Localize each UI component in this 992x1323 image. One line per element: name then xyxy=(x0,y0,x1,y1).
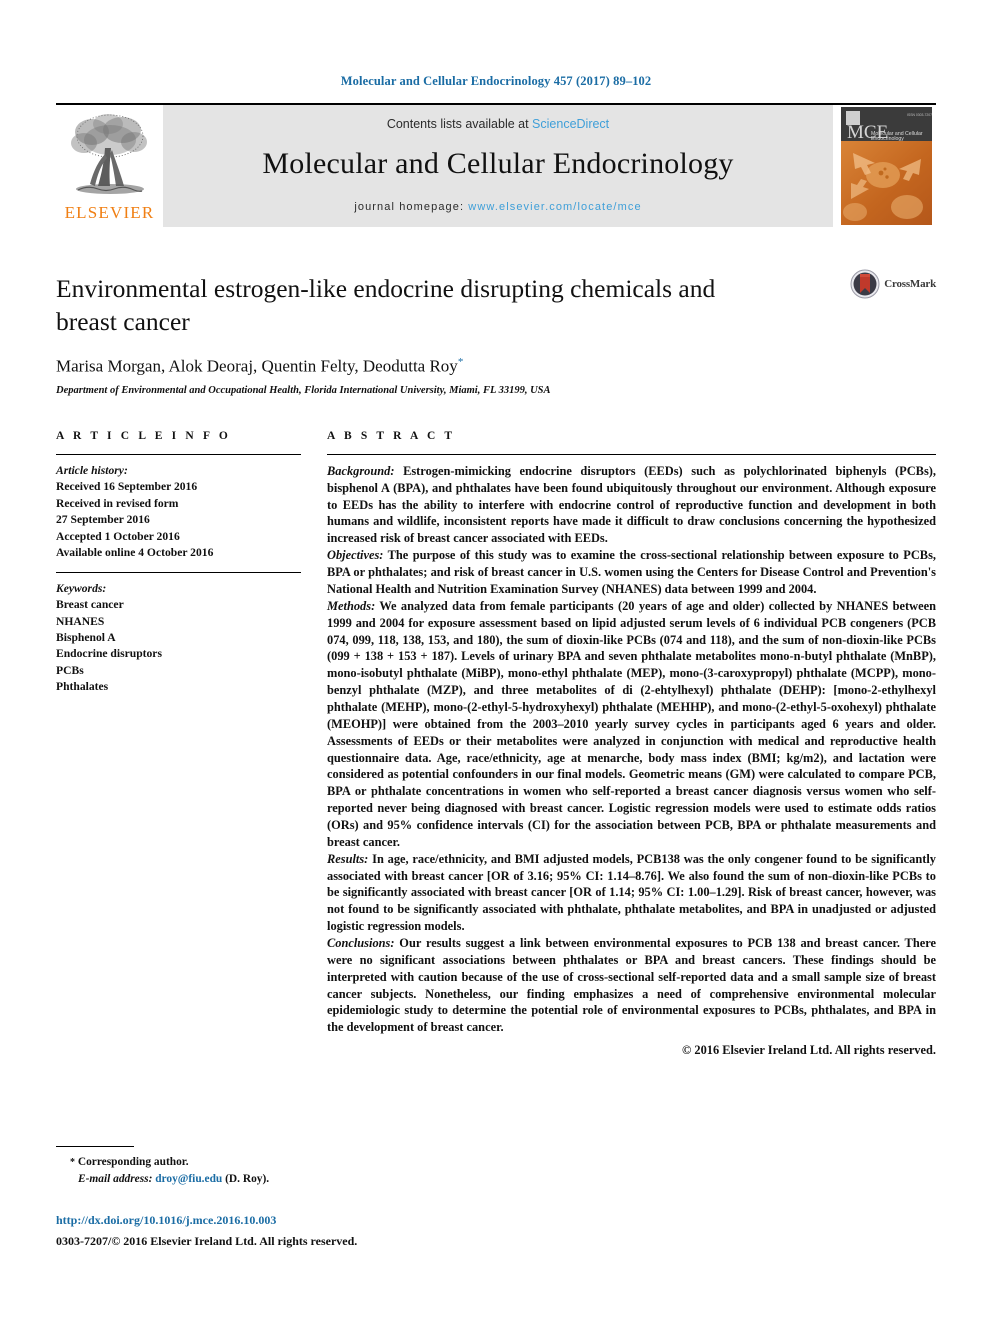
homepage-url-link[interactable]: www.elsevier.com/locate/mce xyxy=(468,201,641,213)
article-info-rule xyxy=(56,453,301,455)
abstract-label-background: Background: xyxy=(327,463,395,478)
abstract-body-objectives: The purpose of this study was to examine… xyxy=(327,548,936,596)
article-info-heading: A R T I C L E I N F O xyxy=(56,429,231,442)
keyword-item: Phthalates xyxy=(56,680,109,694)
keyword-item: Endocrine disruptors xyxy=(56,647,162,661)
crossmark-badge[interactable]: CrossMark xyxy=(850,269,936,299)
footnote-star-icon: * xyxy=(70,1157,75,1168)
abstract-section-methods: Methods: We analyzed data from female pa… xyxy=(327,598,936,851)
abstract-body-methods: We analyzed data from female participant… xyxy=(327,598,936,849)
svg-text:ISSN 0303-7207: ISSN 0303-7207 xyxy=(907,113,932,117)
history-item: Received in revised form xyxy=(56,496,179,510)
page-title: Environmental estrogen-like endocrine di… xyxy=(56,274,716,336)
journal-cover-image: MCE Molecular and Cellular Endocrinology… xyxy=(841,107,932,225)
title-block: Environmental estrogen-like endocrine di… xyxy=(56,227,936,396)
contents-prefix: Contents lists available at xyxy=(386,117,533,131)
abstract-heading: A B S T R A C T xyxy=(327,429,456,442)
paper-page: Molecular and Cellular Endocrinology 457… xyxy=(0,0,992,1323)
issn-copyright-line: 0303-7207/© 2016 Elsevier Ireland Ltd. A… xyxy=(56,1234,358,1249)
abstract-label-methods: Methods: xyxy=(327,598,376,613)
masthead-center: Contents lists available at ScienceDirec… xyxy=(163,105,833,227)
article-body: A R T I C L E I N F O Article history: R… xyxy=(56,396,936,1059)
sciencedirect-link[interactable]: ScienceDirect xyxy=(532,117,609,131)
abstract-column: A B S T R A C T Background: Estrogen-mim… xyxy=(327,430,936,1059)
article-history: Article history: Received 16 September 2… xyxy=(56,463,301,562)
history-item: Received 16 September 2016 xyxy=(56,480,198,494)
email-line: E-mail address: droy@fiu.edu (D. Roy). xyxy=(56,1171,936,1188)
page-footer: * Corresponding author. E-mail address: … xyxy=(56,1146,936,1249)
keyword-item: NHANES xyxy=(56,614,105,628)
footnote-rule xyxy=(56,1146,134,1147)
abstract-section-background: Background: Estrogen-mimicking endocrine… xyxy=(327,463,936,547)
abstract-body-background: Estrogen-mimicking endocrine disruptors … xyxy=(327,463,936,546)
journal-title: Molecular and Cellular Endocrinology xyxy=(262,147,734,180)
journal-cover-thumbnail: MCE Molecular and Cellular Endocrinology… xyxy=(833,105,936,227)
affiliation: Department of Environmental and Occupati… xyxy=(56,384,551,396)
abstract-body-conclusions: Our results suggest a link between envir… xyxy=(327,935,936,1035)
keyword-item: Bisphenol A xyxy=(56,630,116,644)
elsevier-logo: ELSEVIER xyxy=(56,105,163,227)
abstract-label-conclusions: Conclusions: xyxy=(327,935,395,950)
author-list: Marisa Morgan, Alok Deoraj, Quentin Felt… xyxy=(56,356,936,377)
corresponding-author-marker[interactable]: * xyxy=(458,356,464,368)
keywords-label: Keywords: xyxy=(56,581,107,595)
article-history-label: Article history: xyxy=(56,463,128,477)
history-item: 27 September 2016 xyxy=(56,513,150,527)
abstract-label-objectives: Objectives: xyxy=(327,548,384,563)
contents-lists-line: Contents lists available at ScienceDirec… xyxy=(387,117,609,131)
email-label: E-mail address: xyxy=(78,1172,153,1185)
crossmark-icon xyxy=(850,269,880,299)
doi-link[interactable]: http://dx.doi.org/10.1016/j.mce.2016.10.… xyxy=(56,1213,936,1228)
history-item: Available online 4 October 2016 xyxy=(56,546,214,560)
abstract-section-conclusions: Conclusions: Our results suggest a link … xyxy=(327,935,936,1036)
abstract-rule xyxy=(327,453,936,455)
article-info-column: A R T I C L E I N F O Article history: R… xyxy=(56,430,301,1059)
abstract-section-objectives: Objectives: The purpose of this study wa… xyxy=(327,547,936,598)
keywords-block: Keywords: Breast cancer NHANES Bisphenol… xyxy=(56,581,301,696)
author-names: Marisa Morgan, Alok Deoraj, Quentin Felt… xyxy=(56,356,458,376)
email-link[interactable]: droy@fiu.edu xyxy=(155,1173,222,1185)
abstract-copyright: © 2016 Elsevier Ireland Ltd. All rights … xyxy=(682,1043,936,1058)
homepage-prefix: journal homepage: xyxy=(354,201,469,213)
running-head: Molecular and Cellular Endocrinology 457… xyxy=(340,74,652,88)
abstract-label-results: Results: xyxy=(327,851,369,866)
elsevier-tree-icon xyxy=(70,114,147,194)
journal-masthead: ELSEVIER Contents lists available at Sci… xyxy=(56,103,936,227)
elsevier-wordmark: ELSEVIER xyxy=(64,203,155,222)
abstract-text: Background: Estrogen-mimicking endocrine… xyxy=(327,463,936,1059)
corresponding-author-text: Corresponding author. xyxy=(77,1156,189,1168)
keyword-item: Breast cancer xyxy=(56,598,124,612)
keywords-rule xyxy=(56,571,301,573)
keyword-item: PCBs xyxy=(56,663,84,677)
abstract-section-results: Results: In age, race/ethnicity, and BMI… xyxy=(327,851,936,935)
corresponding-author-line: * Corresponding author. xyxy=(56,1154,936,1171)
abstract-body-results: In age, race/ethnicity, and BMI adjusted… xyxy=(327,851,936,934)
email-suffix: (D. Roy). xyxy=(225,1172,270,1185)
crossmark-label: CrossMark xyxy=(884,278,936,290)
history-item: Accepted 1 October 2016 xyxy=(56,529,180,543)
journal-homepage-line: journal homepage: www.elsevier.com/locat… xyxy=(354,201,641,213)
corresponding-author-note: * Corresponding author. E-mail address: … xyxy=(56,1154,936,1187)
